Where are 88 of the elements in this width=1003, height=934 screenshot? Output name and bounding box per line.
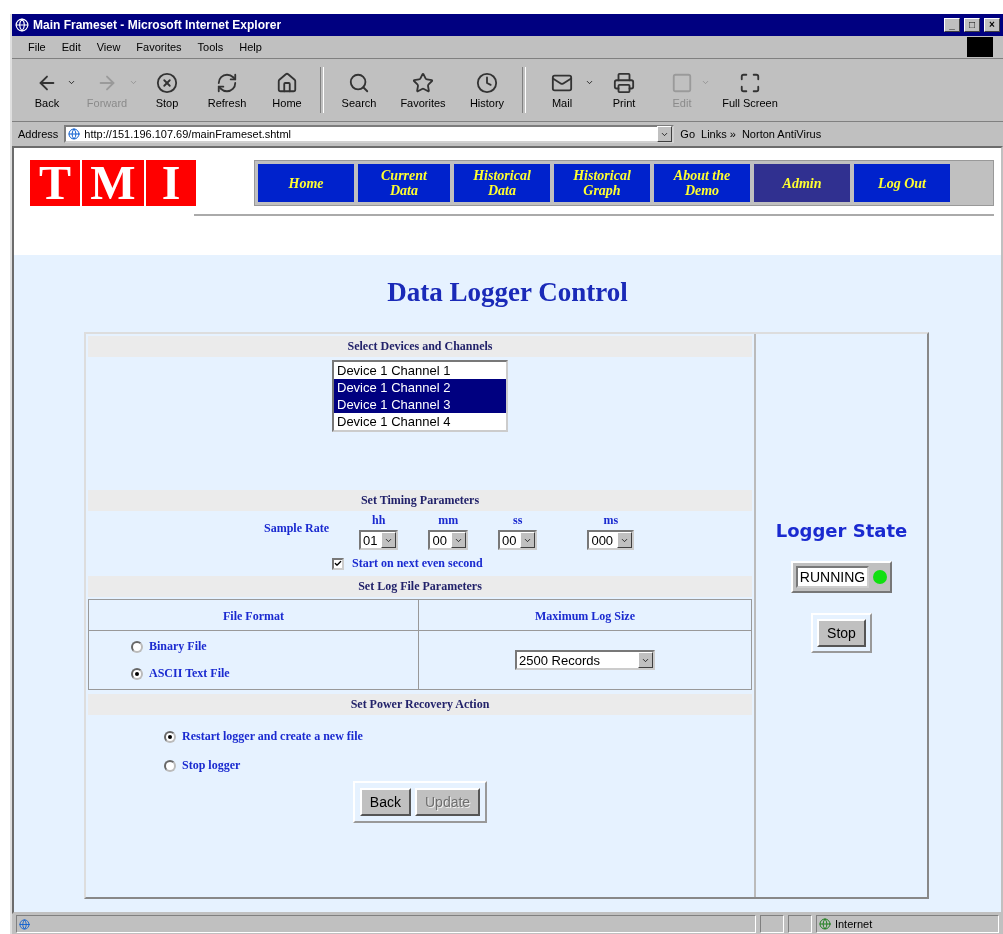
- search-icon: [348, 71, 370, 94]
- window-title: Main Frameset - Microsoft Internet Explorer: [33, 18, 283, 32]
- radio-label: ASCII Text File: [149, 666, 230, 681]
- radio-button[interactable]: [164, 759, 176, 772]
- menu-item[interactable]: Edit: [55, 41, 87, 53]
- time-select[interactable]: 00: [497, 530, 538, 550]
- menu-item[interactable]: View: [90, 41, 127, 53]
- nav-button[interactable]: Historical Graph: [554, 164, 650, 202]
- windows-logo: [967, 37, 993, 57]
- status-pane: [760, 915, 785, 933]
- links-label[interactable]: Links »: [701, 128, 736, 140]
- address-field[interactable]: http://151.196.107.69/mainFrameset.shtml: [64, 125, 675, 143]
- logger-state-title: Logger State: [775, 520, 908, 541]
- time-select[interactable]: 00: [428, 530, 468, 550]
- fullscreen-icon: [739, 71, 761, 94]
- go-button[interactable]: Go: [680, 128, 696, 140]
- column-header: Maximum Log Size: [535, 609, 635, 623]
- list-item[interactable]: Device 1 Channel 2: [334, 379, 506, 396]
- menu-item[interactable]: File: [22, 41, 52, 53]
- toolbar-button[interactable]: Home: [258, 71, 316, 109]
- field-label: Sample Rate: [264, 521, 329, 536]
- list-item[interactable]: Device 1 Channel 3: [334, 396, 506, 413]
- logo-letter: T: [30, 160, 80, 206]
- square-icon: [671, 71, 693, 94]
- window-control[interactable]: □: [964, 18, 980, 32]
- toolbar-button[interactable]: Stop: [138, 71, 196, 109]
- toolbar-link[interactable]: Norton AntiVirus: [741, 128, 822, 140]
- refresh-icon: [216, 71, 238, 94]
- size-select[interactable]: 2500 Records: [515, 650, 655, 670]
- home-icon: [276, 71, 298, 94]
- ie-icon: [15, 18, 29, 32]
- address-label: Address: [18, 128, 59, 140]
- window-control[interactable]: ×: [984, 18, 1000, 32]
- nav-button[interactable]: Historical Data: [454, 164, 550, 202]
- unit-label: ms: [603, 513, 619, 528]
- section-header: Set Timing Parameters: [88, 490, 752, 511]
- toolbar-button[interactable]: Mail: [530, 71, 594, 109]
- dropdown-button[interactable]: [657, 126, 673, 142]
- unit-label: hh: [372, 513, 386, 528]
- nav-button[interactable]: Home: [258, 164, 354, 202]
- section-header: Set Power Recovery Action: [88, 694, 752, 715]
- toolbar-button[interactable]: Back: [18, 71, 76, 109]
- menu-item[interactable]: Help: [233, 41, 268, 53]
- page-icon: [19, 918, 30, 930]
- window-control[interactable]: _: [944, 18, 960, 32]
- checkbox[interactable]: [332, 557, 344, 570]
- channel-list[interactable]: Device 1 Channel 1 Device 1 Channel 2 Device 1 Channel 3 Device 1 Channel 4: [332, 360, 508, 432]
- radio-button[interactable]: [131, 667, 143, 680]
- state-field: RUNNING: [795, 566, 870, 588]
- nav-button[interactable]: Log Out: [854, 164, 950, 202]
- printer-icon: [613, 71, 635, 94]
- clock-icon: [476, 71, 498, 94]
- radio-label: Stop logger: [182, 758, 241, 773]
- toolbar-button[interactable]: History: [456, 71, 518, 109]
- globe-icon: [818, 918, 831, 930]
- nav-button[interactable]: Admin: [754, 164, 850, 202]
- menu-item[interactable]: Favorites: [130, 41, 188, 53]
- radio-button[interactable]: [164, 730, 176, 743]
- radio-label: Binary File: [149, 639, 207, 654]
- section-header: Set Log File Parameters: [88, 576, 752, 597]
- section-header: Select Devices and Channels: [88, 336, 752, 357]
- radio-button[interactable]: [131, 640, 143, 653]
- toolbar-button[interactable]: Full Screen: [710, 71, 790, 109]
- toolbar-button[interactable]: Search: [328, 71, 390, 109]
- time-select[interactable]: 000: [587, 530, 635, 550]
- unit-label: ss: [513, 513, 523, 528]
- menu-item[interactable]: Tools: [191, 41, 230, 53]
- status-pane: [788, 915, 812, 933]
- stop-button[interactable]: Stop: [817, 619, 866, 647]
- stop-icon: [156, 71, 178, 94]
- star-icon: [412, 71, 434, 94]
- zone-label: Internet: [834, 918, 873, 930]
- nav-button[interactable]: Current Data: [358, 164, 450, 202]
- toolbar-button[interactable]: Favorites: [390, 71, 456, 109]
- check-icon: [334, 559, 342, 568]
- radio-label: Restart logger and create a new file: [182, 729, 363, 744]
- logo-letter: M: [82, 160, 144, 206]
- page-icon: [68, 128, 81, 140]
- unit-label: mm: [438, 513, 459, 528]
- toolbar-button[interactable]: Refresh: [196, 71, 258, 109]
- time-select[interactable]: 01: [359, 530, 399, 550]
- logo-letter: I: [146, 160, 196, 206]
- page-heading: Data Logger Control: [386, 277, 629, 308]
- form-button[interactable]: Back: [359, 788, 411, 816]
- checkbox-label: Start on next even second: [352, 556, 483, 571]
- toolbar-button[interactable]: Print: [594, 71, 654, 109]
- nav-button[interactable]: About the Demo: [654, 164, 750, 202]
- column-header: File Format: [223, 609, 284, 623]
